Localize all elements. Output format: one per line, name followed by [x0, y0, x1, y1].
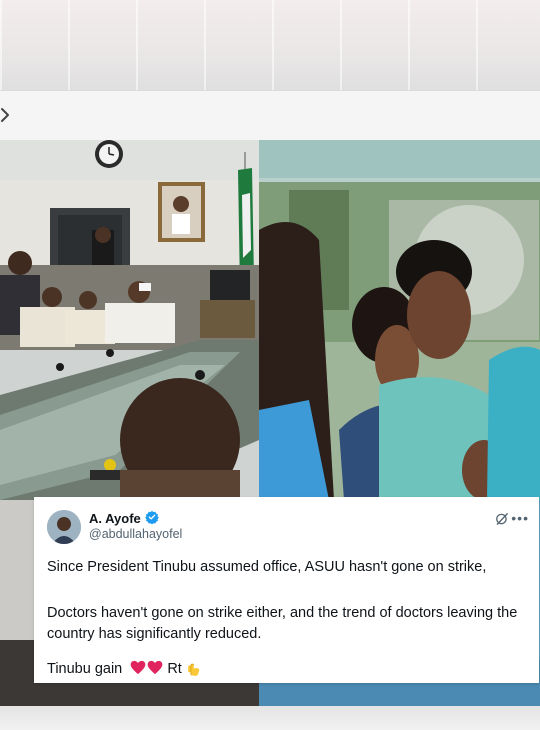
tweet-text-3: Tinubu gain Rt: [47, 659, 527, 680]
blurred-background-top: [0, 0, 540, 95]
tweet-text-3-end: Rt: [167, 661, 182, 677]
red-heart-icon: [130, 660, 146, 675]
more-icon[interactable]: •••: [511, 510, 529, 526]
blurred-background-bottom: [0, 706, 540, 730]
tweet-text-1: Since President Tinubu assumed office, A…: [47, 559, 487, 575]
red-heart-icon: [147, 660, 163, 675]
viewer-toolbar: [0, 90, 540, 142]
avatar[interactable]: [47, 510, 81, 544]
chevron-right-icon[interactable]: [0, 103, 12, 127]
author-name-row[interactable]: A. Ayofe: [89, 510, 159, 527]
author-handle[interactable]: @abdullahayofel: [89, 527, 182, 541]
pointing-down-icon: [187, 663, 200, 676]
verified-badge-icon: [144, 510, 159, 527]
grok-icon[interactable]: [495, 512, 509, 531]
author-name[interactable]: A. Ayofe: [89, 511, 141, 526]
tweet-text-2: Doctors haven't gone on strike either, a…: [47, 605, 518, 642]
tweet-text-3-start: Tinubu gain: [47, 661, 123, 677]
tweet-card[interactable]: A. Ayofe @abdullahayofel ••• Since Presi…: [34, 497, 539, 683]
